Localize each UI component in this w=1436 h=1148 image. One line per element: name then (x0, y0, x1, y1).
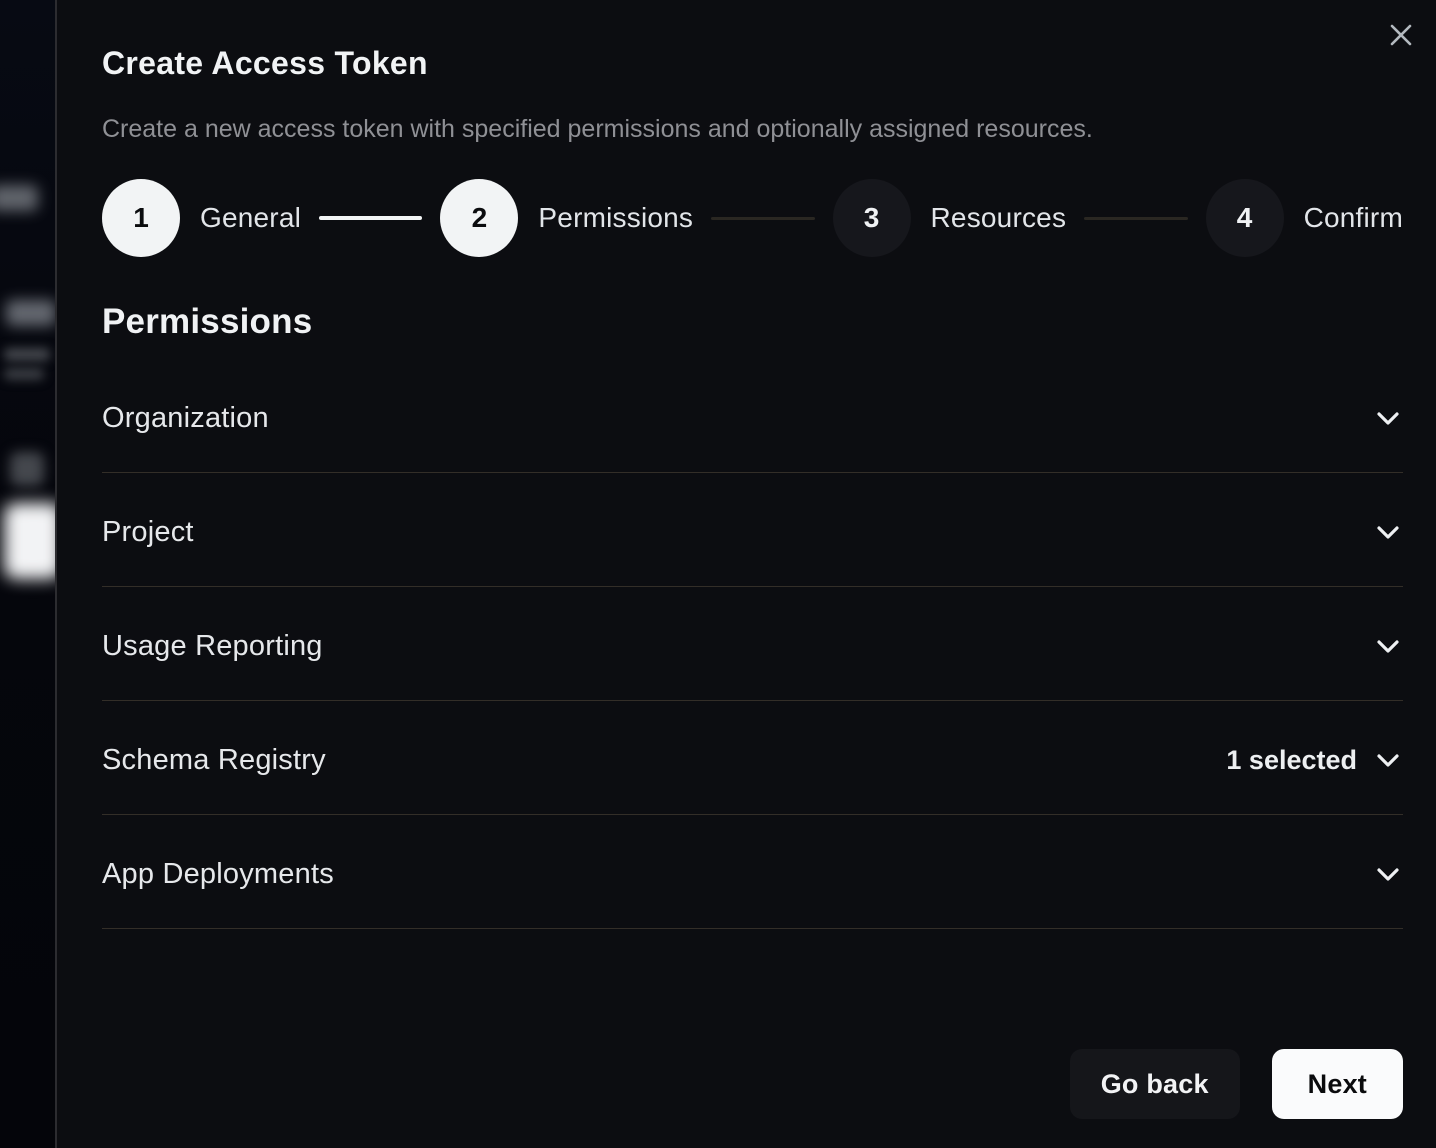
step-number-badge: 1 (102, 179, 180, 257)
blurred-background-text (6, 300, 56, 326)
stepper: 1 General 2 Permissions 3 Resources 4 Co… (102, 179, 1403, 257)
close-button[interactable] (1384, 18, 1418, 52)
permission-section-organization: Organization (102, 359, 1403, 473)
modal-subtitle: Create a new access token with specified… (102, 114, 1403, 144)
next-button[interactable]: Next (1272, 1049, 1403, 1119)
chevron-down-icon (1373, 403, 1403, 433)
permission-section-schema-registry: Schema Registry 1 selected (102, 701, 1403, 815)
section-toggle-organization[interactable]: Organization (102, 400, 1403, 436)
close-icon (1388, 22, 1414, 48)
section-label: App Deployments (102, 858, 334, 891)
permission-sections: Organization Project (102, 359, 1403, 929)
permissions-heading: Permissions (102, 301, 1403, 342)
step-label: Confirm (1304, 202, 1403, 234)
step-permissions[interactable]: 2 Permissions (440, 179, 693, 257)
section-label: Schema Registry (102, 744, 326, 777)
modal-footer: Go back Next (1070, 1049, 1403, 1119)
blurred-background-icon (10, 452, 44, 486)
permission-section-project: Project (102, 473, 1403, 587)
blurred-background-card (4, 503, 57, 579)
step-number-badge: 2 (440, 179, 518, 257)
step-connector (1084, 217, 1187, 220)
chevron-down-icon (1373, 631, 1403, 661)
step-confirm[interactable]: 4 Confirm (1206, 179, 1403, 257)
create-access-token-modal: Create Access Token Create a new access … (57, 0, 1436, 1148)
step-connector (319, 216, 422, 220)
section-toggle-usage-reporting[interactable]: Usage Reporting (102, 628, 1403, 664)
step-label: Permissions (538, 202, 693, 234)
step-label: Resources (931, 202, 1067, 234)
step-number-badge: 3 (833, 179, 911, 257)
blurred-background-text (0, 185, 38, 211)
section-toggle-app-deployments[interactable]: App Deployments (102, 856, 1403, 892)
section-label: Project (102, 516, 194, 549)
chevron-down-icon (1373, 859, 1403, 889)
section-label: Usage Reporting (102, 630, 323, 663)
go-back-button[interactable]: Go back (1070, 1049, 1240, 1119)
background-page-strip (0, 0, 57, 1148)
step-number-badge: 4 (1206, 179, 1284, 257)
chevron-down-icon (1373, 745, 1403, 775)
section-label: Organization (102, 402, 269, 435)
chevron-down-icon (1373, 517, 1403, 547)
blurred-background-text (4, 368, 44, 380)
permission-section-usage-reporting: Usage Reporting (102, 587, 1403, 701)
permission-section-app-deployments: App Deployments (102, 815, 1403, 929)
step-resources[interactable]: 3 Resources (833, 179, 1067, 257)
step-connector (711, 217, 814, 220)
section-toggle-project[interactable]: Project (102, 514, 1403, 550)
step-general[interactable]: 1 General (102, 179, 301, 257)
modal-title: Create Access Token (102, 44, 1403, 82)
step-label: General (200, 202, 301, 234)
selected-count: 1 selected (1226, 745, 1357, 776)
blurred-background-text (4, 348, 50, 361)
section-toggle-schema-registry[interactable]: Schema Registry 1 selected (102, 742, 1403, 778)
